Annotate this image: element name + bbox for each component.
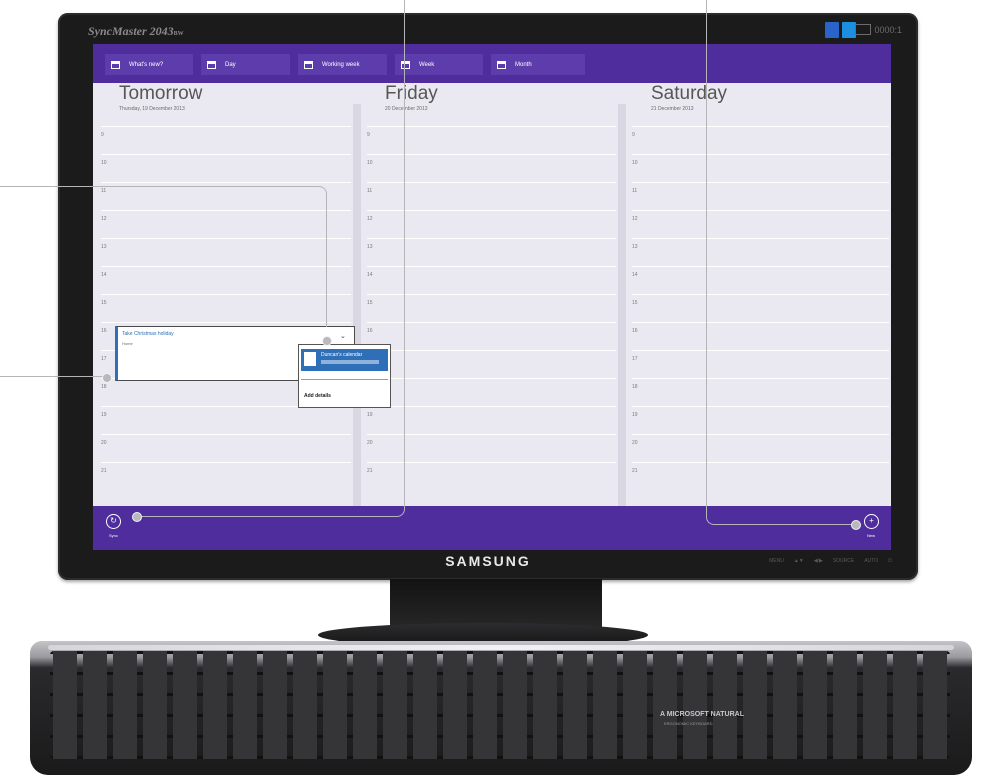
hour-label: 20 <box>632 440 638 446</box>
hour-label: 19 <box>101 412 107 418</box>
hour-label: 9 <box>101 132 104 138</box>
hour-label: 17 <box>101 356 107 362</box>
hour-label: 10 <box>632 160 638 166</box>
hour-label: 12 <box>632 216 638 222</box>
sync-label: Sync <box>109 533 118 538</box>
hour-label: 9 <box>632 132 635 138</box>
monitor-controls: MENU ▲▼ ◀/▶ SOURCE AUTO ⏻ <box>769 558 892 564</box>
callout-line <box>140 0 405 517</box>
monitor-control[interactable]: MENU <box>769 558 784 564</box>
hour-label: 15 <box>632 300 638 306</box>
new-button[interactable]: + <box>864 514 879 529</box>
callout-line <box>0 376 104 378</box>
column-divider <box>618 104 626 506</box>
event-location: Home <box>122 341 133 346</box>
callout-line <box>706 0 857 525</box>
hour-label: 16 <box>632 328 638 334</box>
callout-dot <box>851 520 861 530</box>
monitor-control[interactable]: AUTO <box>864 558 878 564</box>
hour-label: 14 <box>632 272 638 278</box>
callout-dot <box>132 512 142 522</box>
keyboard-label: A MICROSOFT NATURAL <box>660 711 744 718</box>
hour-label: 21 <box>632 468 638 474</box>
keyboard-top-edge <box>48 645 954 650</box>
hour-label: 11 <box>632 188 638 194</box>
monitor-control[interactable]: ◀/▶ <box>814 558 823 564</box>
keyboard: A MICROSOFT NATURAL ERGONOMIC KEYBOARD <box>30 641 972 775</box>
keyboard-keys[interactable] <box>50 651 950 759</box>
contrast-box-icon <box>855 24 872 35</box>
nav-week[interactable]: Week <box>395 54 483 75</box>
hour-label: 18 <box>632 384 638 390</box>
sync-button[interactable]: ↻ <box>106 514 121 529</box>
hour-label: 19 <box>632 412 638 418</box>
nav-month[interactable]: Month <box>491 54 585 75</box>
contrast-ratio: 0000:1 <box>855 24 902 35</box>
hour-label: 16 <box>101 328 107 334</box>
hour-label: 13 <box>632 244 638 250</box>
month-icon <box>497 60 506 69</box>
power-button[interactable]: ⏻ <box>888 558 892 564</box>
monitor-control[interactable]: SOURCE <box>833 558 854 564</box>
new-label: New <box>867 533 876 538</box>
callout-dot <box>102 373 112 383</box>
hour-label: 20 <box>101 440 107 446</box>
column-date-saturday: 21 December 2013 <box>651 106 694 112</box>
keyboard-sublabel: ERGONOMIC KEYBOARD <box>664 721 713 726</box>
hour-label: 18 <box>101 384 107 390</box>
hour-label: 10 <box>101 160 107 166</box>
hour-label: 21 <box>101 468 107 474</box>
monitor-control[interactable]: ▲▼ <box>794 558 804 564</box>
hour-label: 17 <box>632 356 638 362</box>
whats-new-icon <box>111 60 120 69</box>
